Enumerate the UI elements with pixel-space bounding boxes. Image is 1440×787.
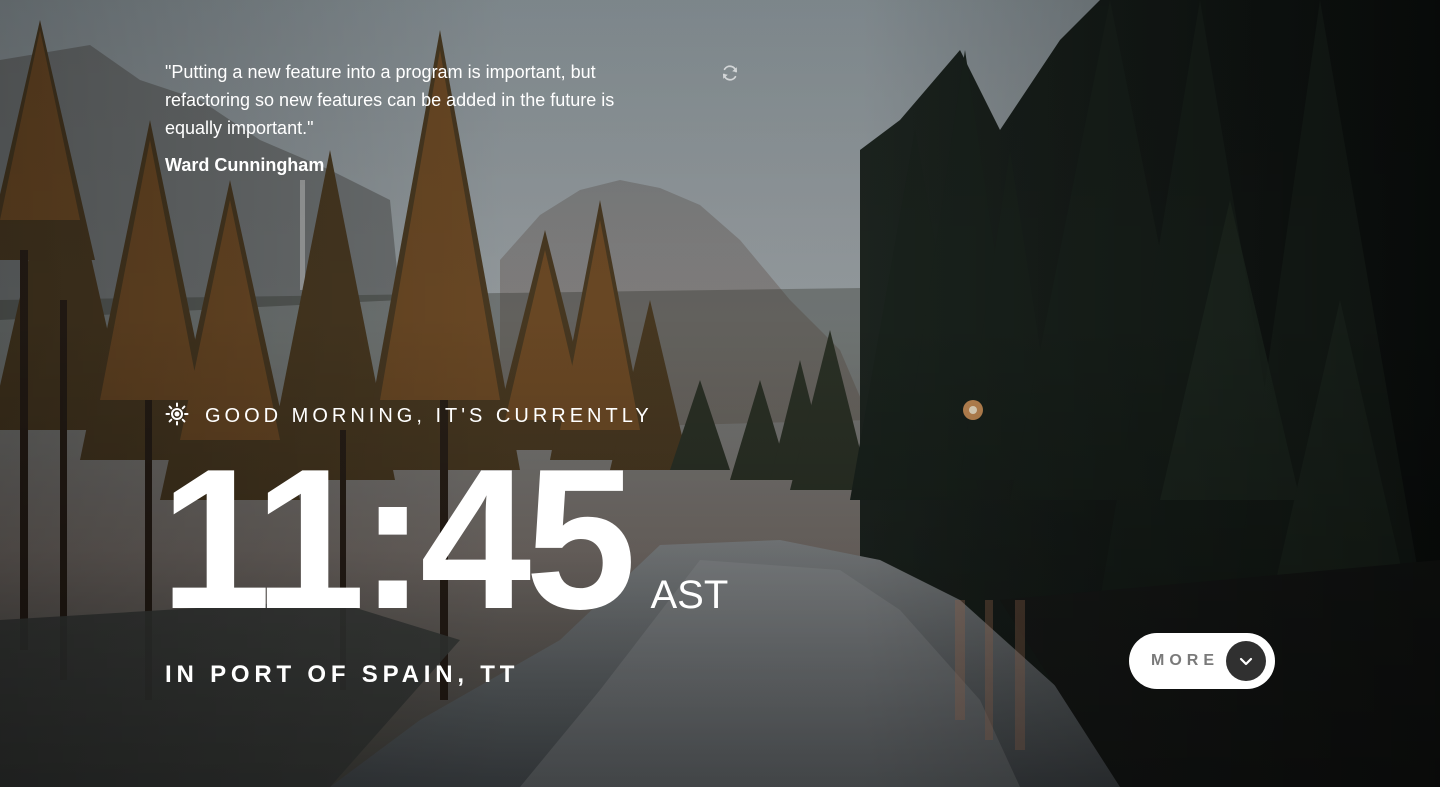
clock-display: 11:45 AST bbox=[160, 440, 728, 640]
quote-author: Ward Cunningham bbox=[165, 155, 325, 175]
chevron-down-icon[interactable] bbox=[1226, 641, 1266, 681]
location-text: IN PORT OF SPAIN, TT bbox=[165, 661, 520, 688]
greeting-text: GOOD MORNING, IT'S CURRENTLY bbox=[205, 405, 653, 427]
refresh-icon[interactable] bbox=[721, 64, 739, 87]
current-time: 11:45 bbox=[160, 428, 636, 651]
timezone-abbr: AST bbox=[650, 573, 729, 617]
greeting: GOOD MORNING, IT'S CURRENTLY bbox=[165, 402, 653, 431]
more-button[interactable]: MORE bbox=[1129, 633, 1275, 689]
quote-section: "Putting a new feature into a program is… bbox=[165, 58, 665, 176]
more-button-label: MORE bbox=[1151, 652, 1219, 669]
refresh-quote-button[interactable] bbox=[718, 63, 742, 87]
sun-icon bbox=[165, 402, 189, 431]
quote-text: "Putting a new feature into a program is… bbox=[165, 62, 615, 138]
clock-app: "Putting a new feature into a program is… bbox=[0, 0, 1440, 787]
